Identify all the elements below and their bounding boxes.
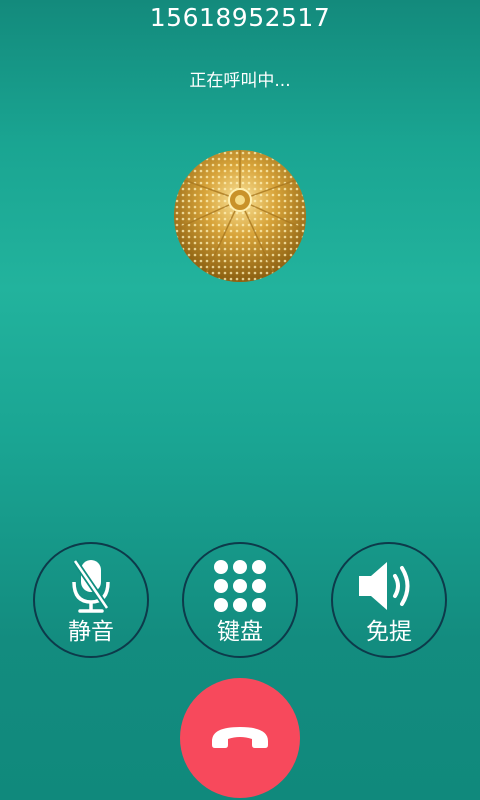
mute-label: 静音 xyxy=(68,619,114,645)
keypad-label: 键盘 xyxy=(217,619,263,645)
speaker-icon xyxy=(333,558,445,614)
phone-number: 15618952517 xyxy=(149,3,331,32)
microphone-off-icon xyxy=(35,558,147,614)
hangup-button[interactable] xyxy=(180,678,300,798)
call-status: 正在呼叫中... xyxy=(189,71,291,91)
incall-screen: 15618952517 正在呼叫中... 静音 键盘 免提 xyxy=(0,0,480,800)
phone-hangup-icon xyxy=(208,721,272,755)
mute-button[interactable]: 静音 xyxy=(33,542,149,658)
speaker-label: 免提 xyxy=(366,619,412,645)
keypad-button[interactable]: 键盘 xyxy=(182,542,298,658)
dialpad-icon xyxy=(184,558,296,614)
contact-avatar xyxy=(174,150,306,282)
speaker-button[interactable]: 免提 xyxy=(331,542,447,658)
